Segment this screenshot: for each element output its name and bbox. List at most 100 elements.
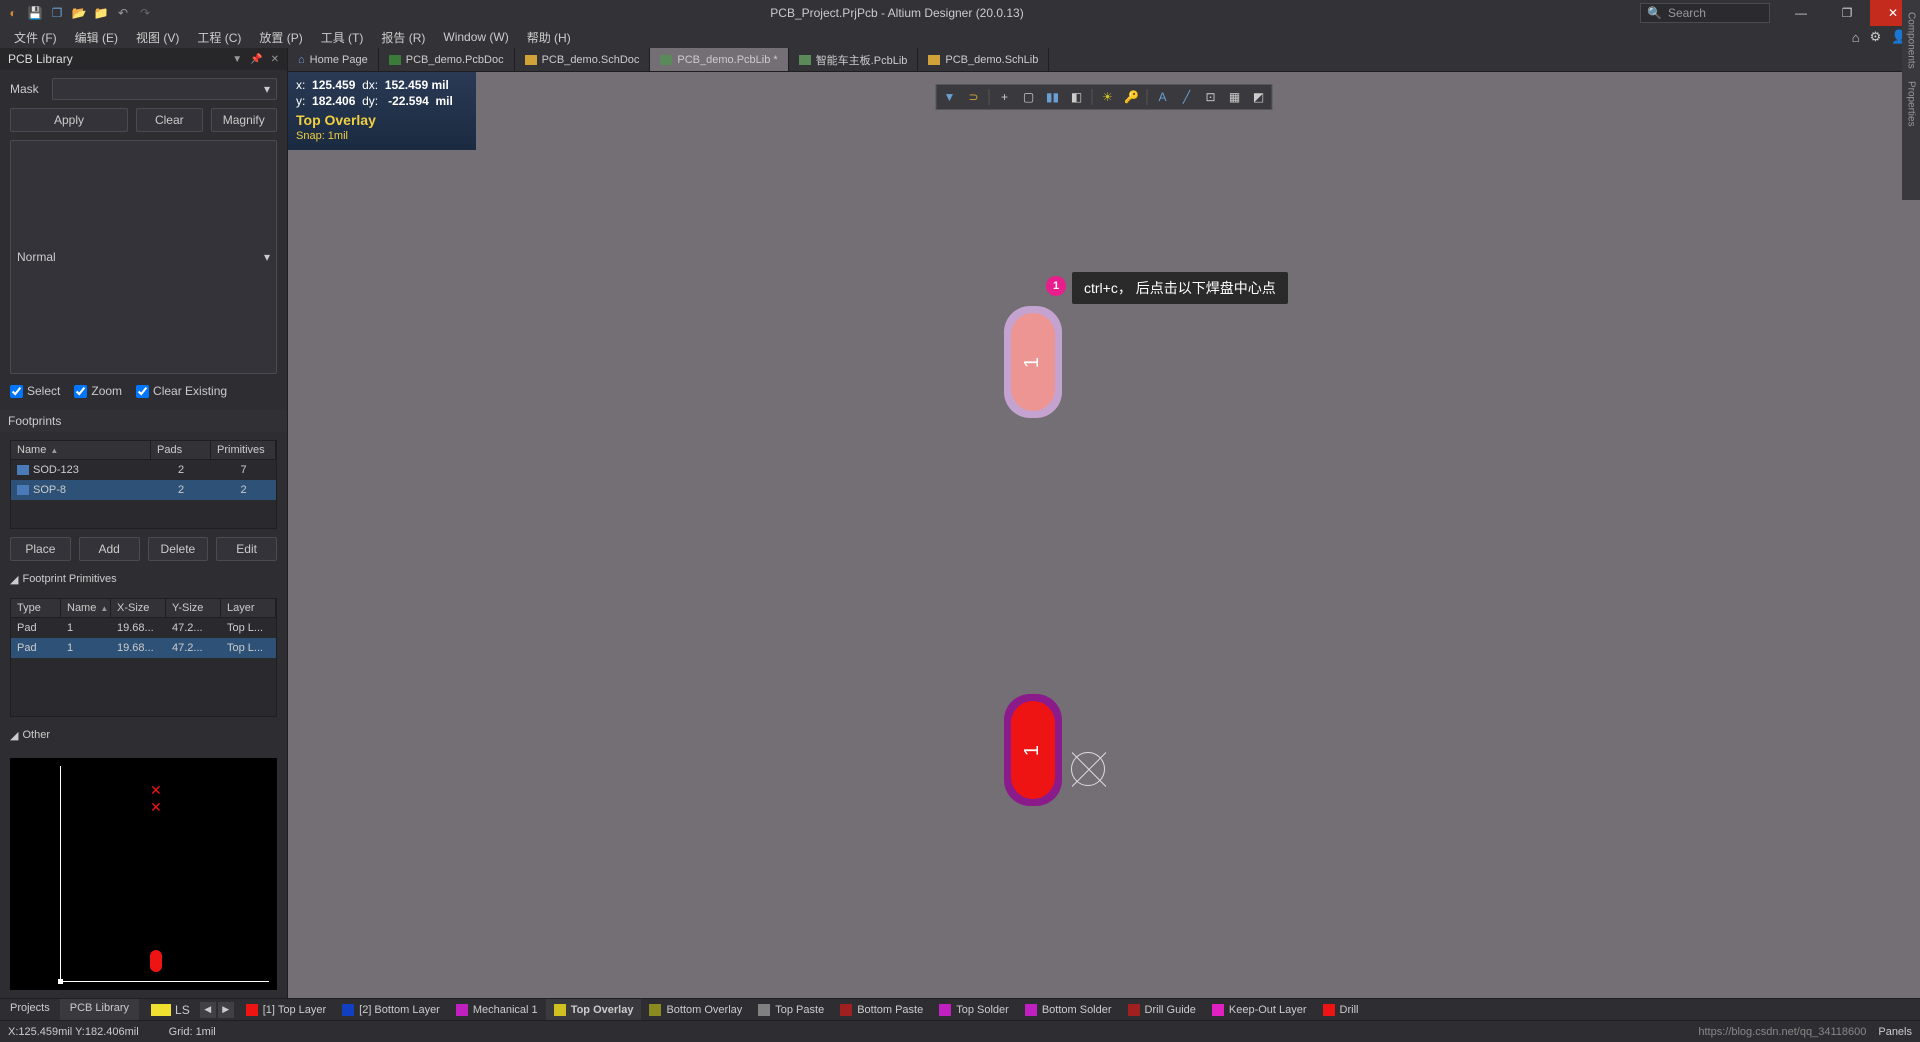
- layer-item[interactable]: Bottom Solder: [1017, 999, 1120, 1020]
- primitive-row[interactable]: Pad 1 19.68... 47.2... Top L...: [11, 618, 276, 638]
- origin-marker: [1071, 752, 1105, 786]
- col-layer[interactable]: Layer: [221, 599, 276, 617]
- sun-icon[interactable]: ☀: [1097, 87, 1119, 107]
- text-icon[interactable]: A: [1152, 87, 1174, 107]
- layer-swatch: [840, 1004, 852, 1016]
- tab-schlib[interactable]: PCB_demo.SchLib: [918, 48, 1049, 71]
- layer-swatch: [554, 1004, 566, 1016]
- normal-dropdown[interactable]: Normal▾: [10, 140, 277, 374]
- zoom-checkbox[interactable]: Zoom: [74, 384, 122, 398]
- eraser-icon[interactable]: ◧: [1066, 87, 1088, 107]
- bottom-area: Projects PCB Library LS ◀▶ [1] Top Layer…: [0, 998, 1920, 1020]
- magnify-button[interactable]: Magnify: [211, 108, 277, 132]
- layer-item[interactable]: Bottom Overlay: [641, 999, 750, 1020]
- redo-icon[interactable]: ↷: [136, 4, 154, 22]
- footprint-row[interactable]: SOP-8 2 2: [11, 480, 276, 500]
- dim-icon[interactable]: ⊡: [1200, 87, 1222, 107]
- menu-place[interactable]: 放置 (P): [251, 27, 310, 48]
- panel-pin-icon[interactable]: 📌: [250, 54, 262, 65]
- bar-chart-icon[interactable]: ▮▮: [1042, 87, 1064, 107]
- col-type[interactable]: Type: [11, 599, 61, 617]
- menu-view[interactable]: 视图 (V): [128, 27, 187, 48]
- tab-pcblib[interactable]: PCB_demo.PcbLib *: [650, 48, 788, 71]
- mask-dropdown[interactable]: ▾: [52, 78, 277, 100]
- layer-item[interactable]: Top Paste: [750, 999, 832, 1020]
- gear-icon[interactable]: ⚙: [1870, 29, 1882, 45]
- layer-item[interactable]: Drill Guide: [1120, 999, 1204, 1020]
- status-bar: X:125.459mil Y:182.406mil Grid: 1mil htt…: [0, 1020, 1920, 1042]
- panel-close-icon[interactable]: ✕: [271, 54, 279, 65]
- minimize-button[interactable]: —: [1778, 0, 1824, 26]
- cloud-icon[interactable]: ⌂: [1852, 30, 1860, 45]
- clear-button[interactable]: Clear: [136, 108, 202, 132]
- col-pads[interactable]: Pads: [151, 441, 211, 459]
- layer-next-icon[interactable]: ▶: [218, 1002, 234, 1018]
- app-icon: ◐: [4, 4, 22, 22]
- primitive-row[interactable]: Pad 1 19.68... 47.2... Top L...: [11, 638, 276, 658]
- tab-pcblib2[interactable]: 智能车主板.PcbLib: [789, 48, 919, 71]
- track-icon[interactable]: ⊃: [963, 87, 985, 107]
- maximize-button[interactable]: ❐: [1824, 0, 1870, 26]
- place-button[interactable]: Place: [10, 537, 71, 561]
- delete-button[interactable]: Delete: [148, 537, 209, 561]
- rect-icon[interactable]: ▢: [1018, 87, 1040, 107]
- properties-tab[interactable]: Properties: [1906, 75, 1917, 133]
- pad-2[interactable]: 1: [1011, 701, 1055, 799]
- menu-edit[interactable]: 编辑 (E): [67, 27, 126, 48]
- other-section[interactable]: ◢Other: [10, 725, 277, 746]
- open-project-icon[interactable]: 📁: [92, 4, 110, 22]
- layer-swatch: [1025, 1004, 1037, 1016]
- tab-home[interactable]: ⌂Home Page: [288, 48, 379, 71]
- line-icon[interactable]: ╱: [1176, 87, 1198, 107]
- menu-window[interactable]: Window (W): [435, 28, 516, 46]
- layer-prev-icon[interactable]: ◀: [200, 1002, 216, 1018]
- clear-existing-checkbox[interactable]: Clear Existing: [136, 384, 227, 398]
- search-input[interactable]: 🔍 Search: [1640, 3, 1770, 23]
- col-name[interactable]: Name▲: [11, 441, 151, 459]
- layer-item[interactable]: [2] Bottom Layer: [334, 999, 448, 1020]
- layer-swatch: [1128, 1004, 1140, 1016]
- layer-item[interactable]: Bottom Paste: [832, 999, 931, 1020]
- add-button[interactable]: Add: [79, 537, 140, 561]
- primitives-section[interactable]: ◢Footprint Primitives: [10, 569, 277, 590]
- board-icon[interactable]: ◩: [1248, 87, 1270, 107]
- select-checkbox[interactable]: Select: [10, 384, 60, 398]
- undo-icon[interactable]: ↶: [114, 4, 132, 22]
- menu-tools[interactable]: 工具 (T): [313, 27, 372, 48]
- components-tab[interactable]: Components: [1906, 6, 1917, 75]
- plus-icon[interactable]: +: [994, 87, 1016, 107]
- tab-pcbdoc[interactable]: PCB_demo.PcbDoc: [379, 48, 515, 71]
- open-folder-icon[interactable]: 📂: [70, 4, 88, 22]
- col-name[interactable]: Name▲: [61, 599, 111, 617]
- tab-schdoc[interactable]: PCB_demo.SchDoc: [515, 48, 651, 71]
- menu-report[interactable]: 报告 (R): [373, 27, 433, 48]
- layer-item[interactable]: Top Solder: [931, 999, 1017, 1020]
- layer-set[interactable]: LS: [145, 999, 196, 1020]
- col-xsize[interactable]: X-Size: [111, 599, 166, 617]
- menu-project[interactable]: 工程 (C): [189, 27, 249, 48]
- menu-help[interactable]: 帮助 (H): [519, 27, 579, 48]
- pcb-canvas[interactable]: x: 125.459 dx: 152.459 mil y: 182.406 dy…: [288, 72, 1920, 998]
- col-primitives[interactable]: Primitives: [211, 441, 276, 459]
- layer-item[interactable]: Keep-Out Layer: [1204, 999, 1315, 1020]
- panels-button[interactable]: Panels: [1878, 1026, 1912, 1038]
- layer-item[interactable]: Drill: [1315, 999, 1367, 1020]
- apply-button[interactable]: Apply: [10, 108, 128, 132]
- tab-pcb-library[interactable]: PCB Library: [60, 999, 139, 1020]
- menu-file[interactable]: 文件 (F): [6, 27, 65, 48]
- save-all-icon[interactable]: ❐: [48, 4, 66, 22]
- panel-dropdown-icon[interactable]: ▼: [232, 54, 242, 65]
- primitives-header: Type Name▲ X-Size Y-Size Layer: [10, 598, 277, 617]
- grid-icon[interactable]: ▦: [1224, 87, 1246, 107]
- layer-item[interactable]: Mechanical 1: [448, 999, 546, 1020]
- key-icon[interactable]: 🔑: [1121, 87, 1143, 107]
- col-ysize[interactable]: Y-Size: [166, 599, 221, 617]
- edit-button[interactable]: Edit: [216, 537, 277, 561]
- tab-projects[interactable]: Projects: [0, 999, 60, 1020]
- footprint-row[interactable]: SOD-123 2 7: [11, 460, 276, 480]
- layer-item[interactable]: Top Overlay: [546, 999, 642, 1020]
- filter-icon[interactable]: ▼: [939, 87, 961, 107]
- layer-item[interactable]: [1] Top Layer: [238, 999, 334, 1020]
- pad-1[interactable]: 1: [1011, 313, 1055, 411]
- save-icon[interactable]: 💾: [26, 4, 44, 22]
